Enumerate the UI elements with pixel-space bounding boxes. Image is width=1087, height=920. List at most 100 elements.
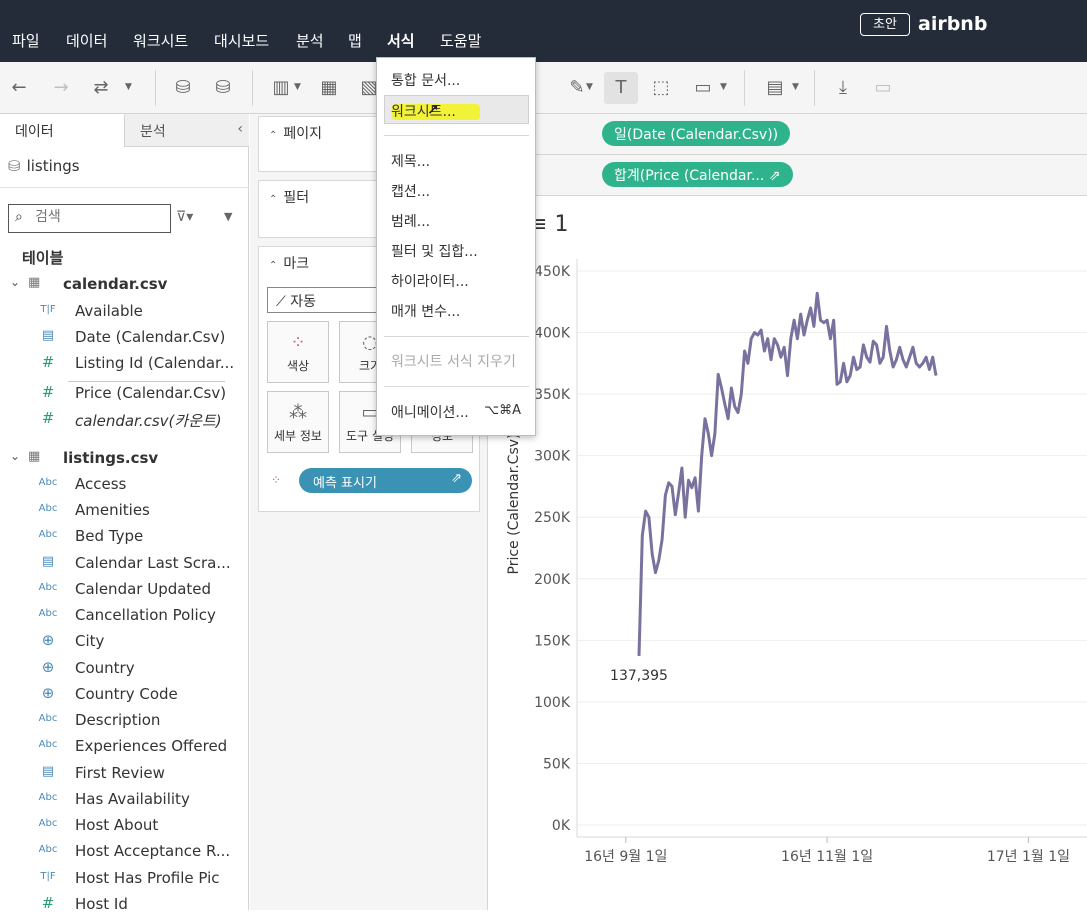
detail-button[interactable]: ⁂ 세부 정보 — [267, 391, 329, 453]
tab-analysis[interactable]: 분석 ‹ — [124, 114, 249, 147]
menu-format[interactable]: 서식 — [387, 30, 415, 51]
new-datasource-icon[interactable]: ⛁ — [170, 76, 196, 100]
color-label: 색상 — [286, 359, 310, 373]
menu-analysis[interactable]: 분석 — [296, 30, 324, 51]
menu-data[interactable]: 데이터 — [66, 30, 107, 51]
menu-bar: 파일 데이터 워크시트 대시보드 분석 맵 서식 도움말 초안 airbnb — [0, 0, 1087, 62]
field-row[interactable]: ⊕ Country — [0, 658, 249, 684]
search-field[interactable]: ⌕ — [8, 204, 171, 233]
field-row[interactable]: ▤ Calendar Last Scra... — [0, 553, 249, 579]
text-type-icon: Abc — [38, 608, 58, 619]
field-row[interactable]: Abc Host About — [0, 815, 249, 841]
menu-item-filters-sets[interactable]: 필터 및 집합... — [391, 241, 478, 261]
chevron-left-icon[interactable]: ‹ — [237, 121, 243, 137]
field-label: Host Has Profile Pic — [75, 869, 220, 887]
forward-icon[interactable]: → — [48, 76, 74, 100]
field-row[interactable]: T|F Host Has Profile Pic — [0, 868, 249, 894]
field-row[interactable]: Abc Bed Type — [0, 526, 249, 552]
chevron-up-icon[interactable]: ⌃ — [269, 130, 277, 141]
field-row[interactable]: Abc Host Acceptance R... — [0, 841, 249, 867]
field-row[interactable]: # Listing Id (Calendar... — [0, 353, 249, 379]
field-row[interactable]: ▤ Date (Calendar.Csv) — [0, 327, 249, 353]
workbook-title: airbnb — [918, 13, 988, 35]
y-tick-label: 50K — [543, 756, 571, 772]
fit-view-icon[interactable]: ▭ — [690, 76, 716, 100]
chevron-down-icon[interactable]: ▼ — [125, 82, 132, 92]
field-row[interactable]: ⊕ Country Code — [0, 684, 249, 710]
table-icon: ▦ — [28, 449, 41, 464]
field-row[interactable]: T|F Available — [0, 301, 249, 327]
field-label: Experiences Offered — [75, 737, 228, 755]
field-row[interactable]: Abc Amenities — [0, 500, 249, 526]
divider — [384, 386, 529, 387]
menu-item-caption[interactable]: 캡션... — [391, 181, 430, 201]
table-calendar[interactable]: ⌄ ▦ calendar.csv — [0, 274, 249, 300]
show-me-icon[interactable]: ▤ — [762, 76, 788, 100]
calendar-icon: ▤ — [41, 554, 55, 569]
field-row[interactable]: Abc Access — [0, 474, 249, 500]
table-listings[interactable]: ⌄ ▦ listings.csv — [0, 448, 249, 474]
field-row[interactable]: Abc Cancellation Policy — [0, 605, 249, 631]
redo-icon[interactable]: ⇄ — [88, 76, 114, 100]
globe-icon: ⊕ — [41, 658, 55, 676]
menu-item-animation[interactable]: 애니메이션... — [391, 402, 469, 422]
animation-shortcut: ⌥⌘A — [484, 403, 521, 418]
chevron-down-icon[interactable]: ▼ — [294, 82, 301, 92]
menu-map[interactable]: 맵 — [348, 30, 362, 51]
menu-item-legend[interactable]: 범례... — [391, 211, 430, 231]
mark-type-select[interactable]: ⟋ 자동 — [267, 287, 377, 313]
text-type-icon: Abc — [38, 713, 58, 724]
duplicate-sheet-icon[interactable]: ▦ — [316, 76, 342, 100]
chevron-down-icon[interactable]: ⌄ — [10, 449, 20, 463]
field-label: City — [75, 632, 105, 650]
field-row[interactable]: ▤ First Review — [0, 763, 249, 789]
field-row[interactable]: ⊕ City — [0, 631, 249, 657]
field-row[interactable]: # Price (Calendar.Csv) — [0, 383, 249, 409]
search-input[interactable] — [35, 209, 165, 225]
chevron-down-icon[interactable]: ▼ — [720, 82, 727, 92]
mark-type-value: 자동 — [290, 294, 317, 310]
text-label-icon[interactable]: T — [608, 76, 634, 100]
chevron-up-icon[interactable]: ⌃ — [269, 260, 277, 271]
menu-item-title[interactable]: 제목... — [391, 151, 430, 171]
pages-label: 페이지 — [283, 126, 323, 142]
filter-icon[interactable]: ⊽▾ — [176, 209, 193, 225]
tab-data[interactable]: 데이터 — [0, 114, 124, 147]
field-row[interactable]: Abc Experiences Offered — [0, 736, 249, 762]
text-type-icon: Abc — [38, 792, 58, 803]
field-row[interactable]: Abc Description — [0, 710, 249, 736]
color-button[interactable]: ⁘ 색상 — [267, 321, 329, 383]
menu-file[interactable]: 파일 — [12, 30, 40, 51]
presentation-icon[interactable]: ▭ — [870, 76, 896, 100]
menu-worksheet[interactable]: 워크시트 — [133, 30, 188, 51]
y-tick-label: 450K — [534, 264, 571, 280]
globe-icon: ⊕ — [41, 684, 55, 702]
chevron-up-icon[interactable]: ⌃ — [269, 194, 277, 205]
field-row[interactable]: Abc Calendar Updated — [0, 579, 249, 605]
chevron-down-icon[interactable]: ▼ — [224, 210, 232, 223]
forecast-pill[interactable]: 예측 표시기 ⇗ — [299, 468, 472, 493]
field-row[interactable]: # calendar.csv(카운트) — [0, 409, 249, 435]
menu-item-highlighter[interactable]: 하이라이터... — [391, 271, 469, 291]
divider — [384, 135, 529, 136]
menu-help[interactable]: 도움말 — [440, 30, 481, 51]
back-icon[interactable]: ← — [6, 76, 32, 100]
chevron-down-icon[interactable]: ▼ — [586, 82, 593, 92]
menu-item-workbook[interactable]: 통합 문서... — [391, 70, 460, 90]
chevron-down-icon[interactable]: ▼ — [792, 82, 799, 92]
new-worksheet-icon[interactable]: ▥ — [268, 76, 294, 100]
chevron-down-icon[interactable]: ⌄ — [10, 275, 20, 289]
menu-item-parameters[interactable]: 매개 변수... — [391, 301, 460, 321]
menu-dashboard[interactable]: 대시보드 — [214, 30, 269, 51]
datasource[interactable]: ⛁ listings — [8, 157, 80, 175]
download-icon[interactable]: ⤓ — [830, 76, 856, 100]
field-row[interactable]: Abc Has Availability — [0, 789, 249, 815]
y-tick-label: 100K — [534, 695, 571, 711]
field-row[interactable]: # Host Id — [0, 894, 249, 920]
format-dropdown-menu: 통합 문서... 워크시트... ➚ 제목... 캡션... 범례... 필터 … — [376, 57, 536, 436]
pause-datasource-icon[interactable]: ⛁ — [210, 76, 236, 100]
draft-badge: 초안 — [860, 13, 910, 36]
text-type-icon: Abc — [38, 529, 58, 540]
fix-axes-icon[interactable]: ⬚ — [648, 76, 674, 100]
menu-item-worksheet[interactable]: 워크시트... — [391, 101, 456, 121]
